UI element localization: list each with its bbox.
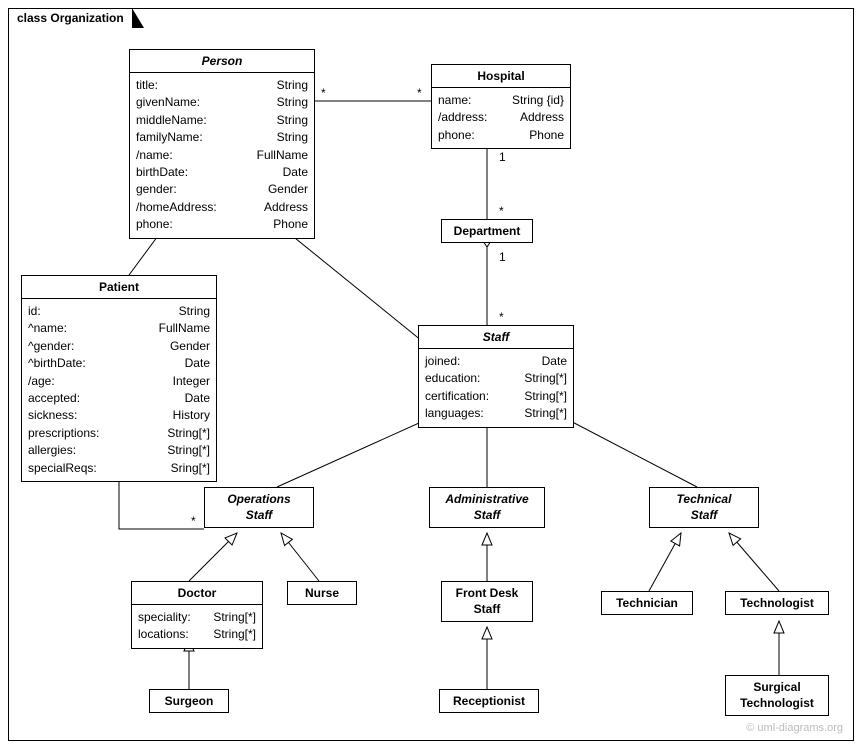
frame-title-tab: class Organization — [8, 8, 133, 27]
diagram-frame: class Organization * * 1 * 1 * — [8, 8, 854, 741]
mult-hosp-dept-top: 1 — [499, 150, 506, 164]
mult-dept-staff-top: 1 — [499, 250, 506, 264]
class-department: Department — [441, 219, 533, 243]
class-front-desk: Front DeskStaff — [441, 581, 533, 622]
mult-hosp-dept-bot: * — [499, 204, 504, 218]
class-person: Person title:String givenName:String mid… — [129, 49, 315, 239]
class-nurse: Nurse — [287, 581, 357, 605]
class-surgical-technologist: SurgicalTechnologist — [725, 675, 829, 716]
mult-dept-staff-bot: * — [499, 310, 504, 324]
class-ops-staff: OperationsStaff — [204, 487, 314, 528]
class-admin-staff: AdministrativeStaff — [429, 487, 545, 528]
class-tech-staff: TechnicalStaff — [649, 487, 759, 528]
class-surgeon: Surgeon — [149, 689, 229, 713]
watermark: © uml-diagrams.org — [746, 722, 843, 734]
class-receptionist: Receptionist — [439, 689, 539, 713]
class-title: Person — [130, 50, 314, 73]
class-title: Hospital — [432, 65, 570, 88]
attrs: title:String givenName:String middleName… — [130, 73, 314, 238]
class-technologist: Technologist — [725, 591, 829, 615]
mult-pat-ops-r: * — [191, 514, 196, 528]
frame-title: class Organization — [17, 11, 124, 25]
class-technician: Technician — [601, 591, 693, 615]
mult-person-hospital-l: * — [321, 86, 326, 100]
class-hospital: Hospital name:String {id} /address:Addre… — [431, 64, 571, 149]
class-doctor: Doctor speciality:String[*] locations:St… — [131, 581, 263, 649]
mult-person-hospital-r: * — [417, 86, 422, 100]
class-patient: Patient id:String ^name:FullName ^gender… — [21, 275, 217, 482]
class-staff: Staff joined:Date education:String[*] ce… — [418, 325, 574, 428]
